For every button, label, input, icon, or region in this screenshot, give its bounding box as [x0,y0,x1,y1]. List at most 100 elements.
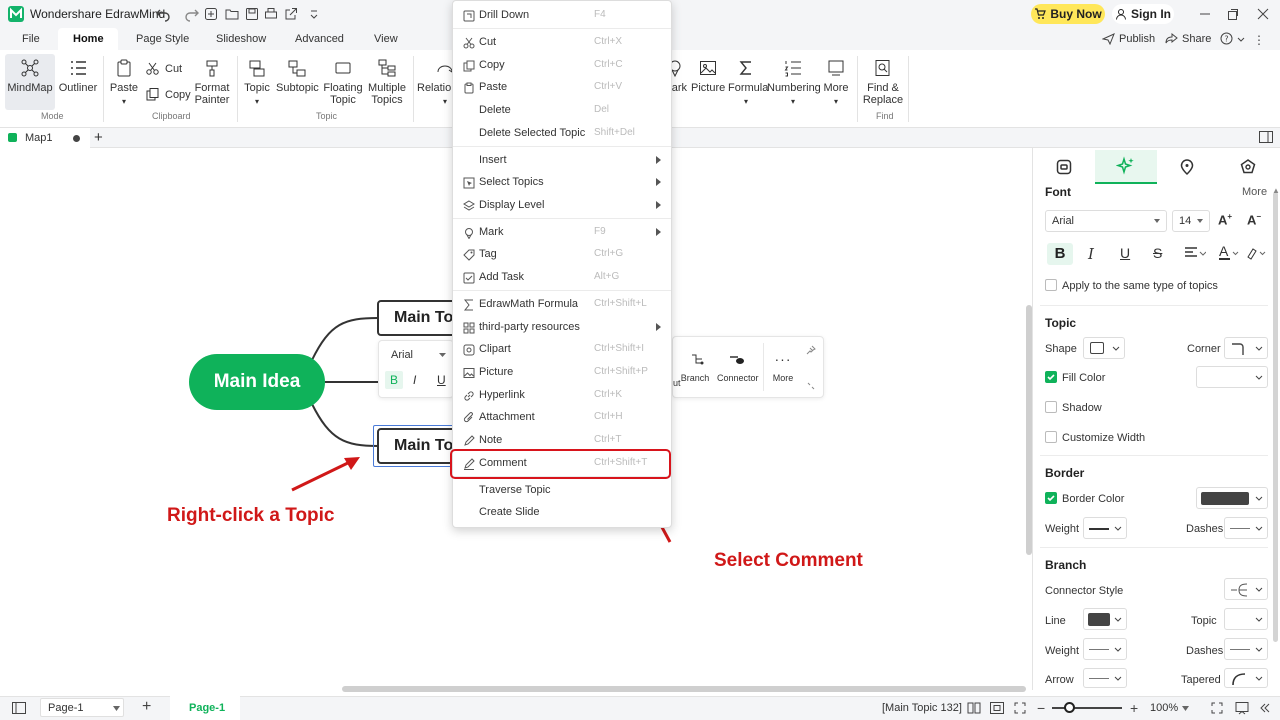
new-icon[interactable] [203,6,219,22]
border-color-select[interactable] [1196,487,1268,509]
branch-topic-select[interactable] [1224,608,1268,630]
zoom-select[interactable]: 100% [1150,702,1190,714]
menu-item-traverse-topic[interactable]: Traverse Topic [453,480,671,502]
corner-select[interactable] [1224,337,1268,359]
menu-item-add-task[interactable]: Add Task Alt+G [453,267,671,289]
tab-advanced[interactable]: Advanced [295,33,344,45]
menu-item-insert[interactable]: Insert [453,150,671,172]
arrow-select[interactable] [1083,668,1127,688]
topic-button[interactable]: Topic ▾ [241,58,273,108]
page-tab-1[interactable]: Page-1 [170,696,240,720]
share-button[interactable]: Share [1165,32,1211,45]
menu-item-cut[interactable]: Cut Ctrl+X [453,32,671,54]
numbering-button[interactable]: Numbering ▾ [767,58,821,108]
menu-item-delete[interactable]: Delete Del [453,100,671,122]
highlight-icon[interactable] [1246,246,1268,260]
print-icon[interactable] [263,6,279,22]
redo-icon[interactable] [184,6,200,22]
more-menu-icon[interactable]: ⋮ [1253,33,1265,47]
cut-button[interactable]: Cut [145,61,182,76]
float-connector-button[interactable]: Connector [717,351,759,383]
zoom-slider-track[interactable] [1052,707,1122,709]
panel-tab-ai[interactable] [1095,150,1157,184]
border-weight-select[interactable] [1083,517,1127,539]
float-more-button[interactable]: ··· More [767,351,799,383]
fit-window-icon[interactable] [1211,702,1223,714]
subtopic-button[interactable]: Subtopic [276,58,319,94]
tab-view[interactable]: View [374,33,398,45]
panel-toggle-icon[interactable] [1259,131,1273,143]
page-select[interactable]: Page-1 [40,698,124,717]
find-replace-button[interactable]: Find & Replace [861,58,905,106]
float-branch-button[interactable]: Branch [681,351,711,383]
menu-item-mark[interactable]: Mark F9 [453,222,671,244]
apply-same-checkbox[interactable] [1045,279,1057,291]
menu-item-clipart[interactable]: Clipart Ctrl+Shift+I [453,339,671,361]
mindmap-button[interactable]: MindMap [5,58,55,94]
fill-color-select[interactable] [1196,366,1268,388]
branch-dashes-select[interactable] [1224,638,1268,660]
export-icon[interactable] [283,6,299,22]
branch-weight-select[interactable] [1083,638,1127,660]
sidebar-toggle-icon[interactable] [12,702,26,714]
float-font-select[interactable]: Arial [384,345,450,365]
open-folder-icon[interactable] [224,6,240,22]
menu-item-drill-down[interactable]: Drill Down F4 [453,5,671,27]
font-size-select[interactable]: 14 [1172,210,1210,232]
zoom-slider-handle[interactable] [1064,702,1075,713]
vertical-scrollbar[interactable] [1026,305,1032,555]
save-icon[interactable] [244,6,260,22]
doc-tab-map1[interactable]: Map1 [0,128,90,148]
collapse-panel-icon[interactable] [1258,702,1270,714]
menu-item-select-topics[interactable]: Select Topics [453,172,671,194]
panel-tab-theme[interactable] [1217,150,1279,184]
tab-slideshow[interactable]: Slideshow [216,33,266,45]
font-color-icon[interactable]: A [1218,244,1240,262]
pin-icon[interactable] [806,345,816,355]
paste-button[interactable]: Paste ▾ [108,58,140,108]
book-view-icon[interactable] [967,702,981,714]
shape-select[interactable] [1083,337,1125,359]
buy-now-button[interactable]: Buy Now [1031,4,1105,24]
menu-item-picture[interactable]: Picture Ctrl+Shift+P [453,362,671,384]
border-dashes-select[interactable] [1224,517,1268,539]
menu-item-third-party-resources[interactable]: third-party resources [453,317,671,339]
minimize-icon[interactable] [1197,6,1213,22]
main-idea-topic[interactable]: Main Idea [189,354,325,410]
undo-icon[interactable] [155,6,171,22]
floating-topic-button[interactable]: Floating Topic [322,58,364,106]
menu-item-edrawmath-formula[interactable]: EdrawMath Formula Ctrl+Shift+L [453,294,671,316]
sign-in-button[interactable]: Sign In [1112,4,1174,24]
panel-tab-style[interactable] [1033,150,1095,184]
menu-item-tag[interactable]: Tag Ctrl+G [453,244,671,266]
branch-line-select[interactable] [1083,608,1127,630]
formula-button[interactable]: Formula ▾ [728,58,768,108]
increase-font-icon[interactable]: A+ [1218,212,1232,227]
font-family-select[interactable]: Arial [1045,210,1167,232]
picture-button[interactable]: Picture [691,58,725,94]
underline-icon[interactable]: U [1120,245,1130,261]
zoom-in-icon[interactable]: + [1130,700,1138,716]
more-insert-button[interactable]: More ▾ [822,58,850,108]
menu-item-display-level[interactable]: Display Level [453,195,671,217]
help-button[interactable]: ? [1220,32,1245,45]
publish-button[interactable]: Publish [1102,32,1155,45]
customize-width-checkbox[interactable] [1045,431,1057,443]
outliner-button[interactable]: Outliner [58,58,98,94]
menu-item-delete-selected-topic[interactable]: Delete Selected Topic Shift+Del [453,123,671,145]
connector-style-select[interactable] [1224,578,1268,600]
customize-toolbar-icon[interactable] [306,6,322,22]
bold-icon[interactable]: B [1047,243,1073,265]
float-bold-button[interactable]: B [385,371,403,389]
multiple-topics-button[interactable]: Multiple Topics [366,58,408,106]
menu-item-hyperlink[interactable]: Hyperlink Ctrl+K [453,385,671,407]
add-tab-icon[interactable]: + [94,129,103,146]
italic-icon[interactable]: I [1088,245,1094,263]
presentation-icon[interactable] [1235,701,1249,715]
add-page-icon[interactable]: + [142,698,151,716]
border-color-checkbox[interactable] [1045,492,1057,504]
menu-item-attachment[interactable]: Attachment Ctrl+H [453,407,671,429]
font-more-link[interactable]: More [1242,186,1267,198]
close-icon[interactable] [1255,6,1271,22]
tab-file[interactable]: File [22,33,40,45]
